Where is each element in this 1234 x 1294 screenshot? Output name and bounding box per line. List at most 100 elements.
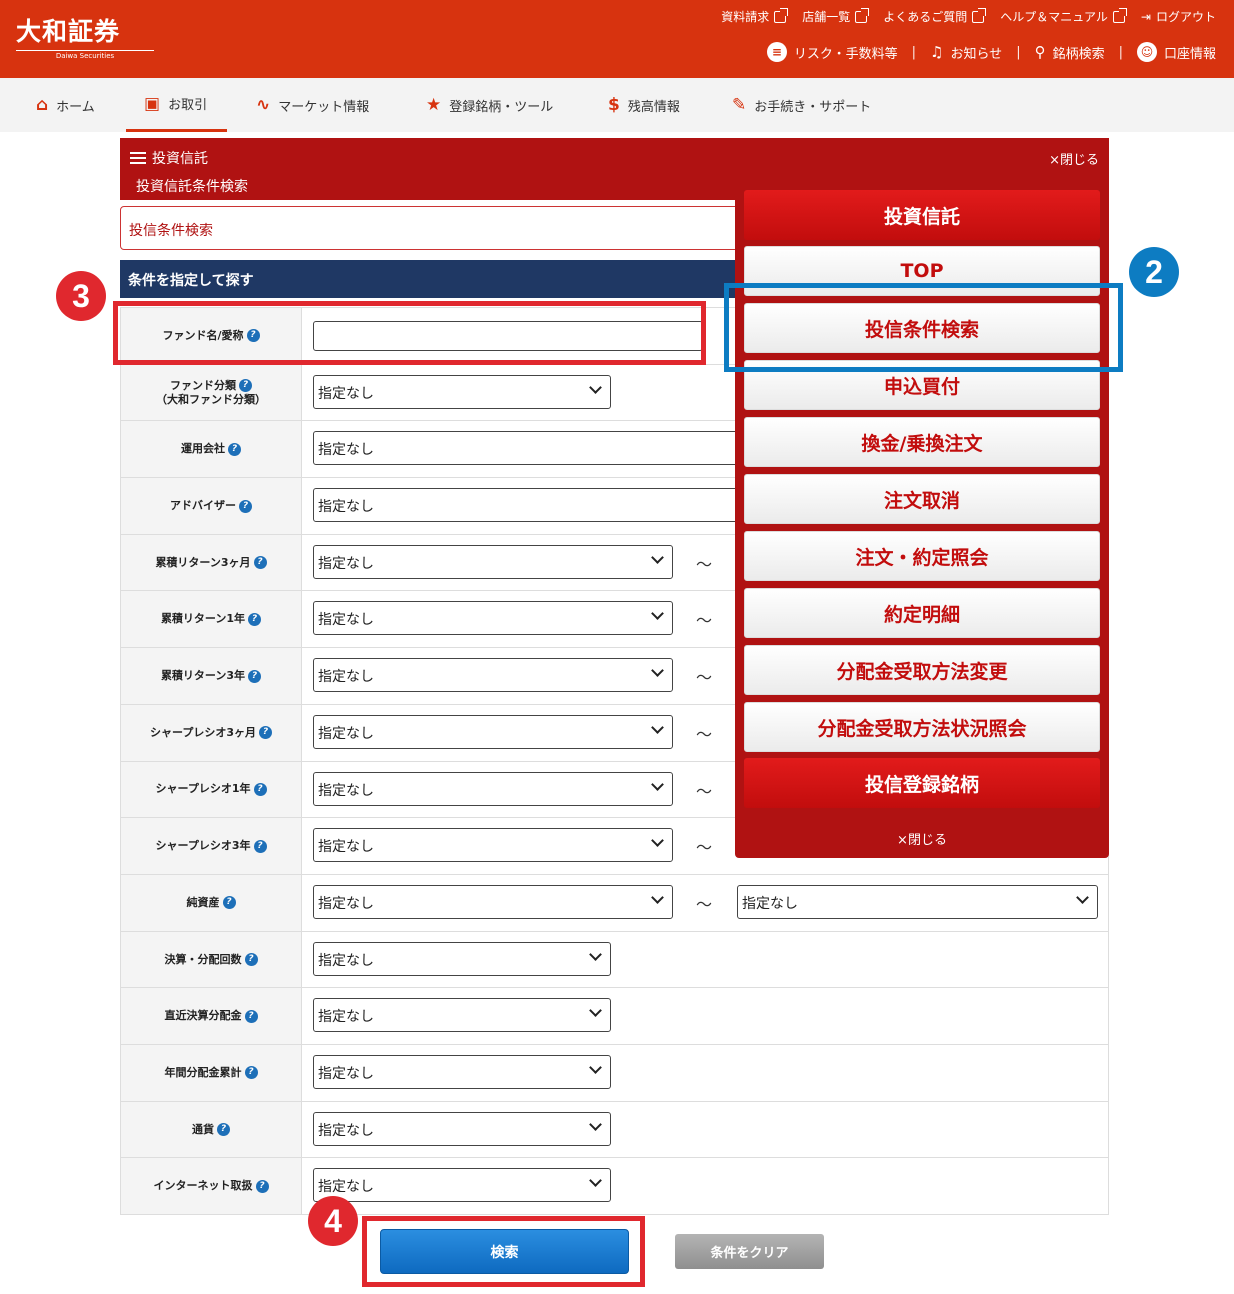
field-label: 年間分配金累計?: [121, 1044, 302, 1101]
link-risk-fees[interactable]: ≡ リスク・手数料等: [766, 42, 898, 62]
range-tilde: 〜: [696, 781, 713, 801]
hamburger-icon: [130, 152, 146, 164]
currency-select[interactable]: 指定なし: [313, 1111, 611, 1146]
site-header: 大和証券 Daiwa Securities 資料請求 店舗一覧 よくあるご質問 …: [0, 0, 1234, 78]
callout-box-search: [362, 1216, 645, 1287]
help-icon[interactable]: ?: [239, 499, 252, 513]
nav-trade[interactable]: ▣ お取引: [126, 78, 228, 132]
field-label: インターネット取扱?: [121, 1158, 302, 1214]
chevron-down-icon: [651, 720, 664, 734]
external-link-icon: [1112, 7, 1127, 23]
field-label: ファンド分類? （大和ファンド分類）: [121, 364, 302, 421]
chevron-down-icon: [651, 834, 664, 848]
chevron-down-icon: [589, 1061, 602, 1074]
menu-item-distribution-change[interactable]: 分配金受取方法変更: [744, 645, 1100, 695]
range-tilde: 〜: [696, 724, 713, 744]
side-menu-close[interactable]: ×閉じる: [735, 829, 1109, 848]
daiwa-logo[interactable]: 大和証券 Daiwa Securities: [16, 12, 156, 60]
sharpe-3y-min-select[interactable]: 指定なし: [313, 828, 673, 863]
logout-link[interactable]: ⇥ ログアウト: [1141, 8, 1216, 25]
help-icon[interactable]: ?: [253, 782, 267, 796]
advisor-select[interactable]: 指定なし: [313, 488, 753, 523]
step-badge-3: 3: [56, 271, 106, 321]
field-label: 累積リターン1年?: [121, 591, 302, 648]
settlement-count-select[interactable]: 指定なし: [313, 941, 611, 976]
return-3m-min-select[interactable]: 指定なし: [313, 544, 673, 579]
internet-select[interactable]: 指定なし: [313, 1168, 611, 1203]
help-icon[interactable]: ?: [253, 556, 267, 570]
external-link-icon: [972, 7, 987, 23]
chevron-down-icon: [589, 1174, 602, 1188]
chevron-down-icon: [589, 1004, 602, 1018]
link-faq[interactable]: よくあるご質問: [883, 7, 987, 25]
link-document-request[interactable]: 資料請求: [721, 7, 789, 25]
logo-sub: Daiwa Securities: [55, 52, 115, 60]
nav-home[interactable]: ⌂ ホーム: [36, 78, 95, 132]
step-badge-2: 2: [1129, 247, 1179, 297]
help-icon[interactable]: ?: [248, 669, 262, 683]
sharpe-1y-min-select[interactable]: 指定なし: [313, 771, 673, 806]
recent-distribution-select[interactable]: 指定なし: [313, 998, 611, 1033]
panel-menu-toggle[interactable]: 投資信託: [130, 148, 208, 168]
help-icon[interactable]: ?: [253, 839, 267, 853]
external-link-icon: [855, 7, 870, 23]
field-label: シャープレシオ3ヶ月?: [121, 704, 302, 761]
nav-procedures[interactable]: ✎ お手続き・サポート: [732, 78, 871, 132]
management-company-select[interactable]: 指定なし: [313, 431, 753, 466]
help-icon[interactable]: ?: [248, 612, 262, 626]
panel-subtitle: 投資信託条件検索: [136, 179, 248, 195]
help-icon[interactable]: ?: [244, 1066, 258, 1080]
callout-box-menu: [724, 283, 1123, 372]
panel-close-link[interactable]: ×閉じる: [1049, 149, 1099, 168]
menu-item-registered-funds[interactable]: 投信登録銘柄: [744, 758, 1100, 808]
nav-balance[interactable]: $ 残高情報: [608, 78, 680, 132]
annual-distribution-select[interactable]: 指定なし: [313, 1054, 611, 1089]
form-row-internet: インターネット取扱? 指定なし: [121, 1158, 1108, 1215]
form-row-annual-distribution: 年間分配金累計? 指定なし: [121, 1044, 1108, 1102]
trade-icon: ▣: [144, 93, 161, 114]
menu-item-distribution-status[interactable]: 分配金受取方法状況照会: [744, 702, 1100, 752]
link-help-manual[interactable]: ヘルプ＆マニュアル: [1000, 7, 1127, 25]
range-tilde: 〜: [696, 838, 713, 858]
field-label: シャープレシオ3年?: [121, 818, 302, 874]
search-icon: ⚲: [1034, 43, 1046, 61]
help-icon[interactable]: ?: [244, 953, 258, 967]
menu-item-cancel[interactable]: 注文取消: [744, 474, 1100, 524]
help-icon[interactable]: ?: [228, 442, 241, 456]
logout-icon: ⇥: [1140, 9, 1151, 24]
field-label: 累積リターン3年?: [121, 648, 302, 704]
return-3y-min-select[interactable]: 指定なし: [313, 658, 673, 693]
account-links: ≡ リスク・手数料等 | ♫ お知らせ | ⚲ 銘柄検索 | ☺ 口座情報: [766, 42, 1216, 62]
field-label: 決算・分配回数?: [121, 931, 302, 988]
return-1y-min-select[interactable]: 指定なし: [313, 601, 673, 636]
link-notices[interactable]: ♫ お知らせ: [930, 43, 1002, 62]
help-icon[interactable]: ?: [244, 1009, 258, 1023]
form-row-currency: 通貨? 指定なし: [121, 1101, 1108, 1159]
sharpe-3m-min-select[interactable]: 指定なし: [313, 714, 673, 749]
field-label: 通貨?: [121, 1101, 302, 1158]
nav-watchlist[interactable]: ★ 登録銘柄・ツール: [426, 78, 553, 132]
clear-button[interactable]: 条件をクリア: [675, 1234, 824, 1269]
nav-market[interactable]: ∿ マーケット情報: [256, 78, 369, 132]
net-assets-min-select[interactable]: 指定なし: [313, 884, 673, 919]
menu-item-order-inquiry[interactable]: 注文・約定照会: [744, 531, 1100, 581]
fund-class-select[interactable]: 指定なし: [313, 374, 611, 409]
help-icon[interactable]: ?: [222, 896, 236, 910]
form-row-settlement-count: 決算・分配回数? 指定なし: [121, 931, 1108, 989]
menu-item-redeem[interactable]: 換金/乗換注文: [744, 417, 1100, 467]
field-label: 累積リターン3ヶ月?: [121, 534, 302, 591]
link-stock-search[interactable]: ⚲ 銘柄検索: [1035, 43, 1105, 62]
chevron-down-icon: [651, 607, 664, 621]
utility-links: 資料請求 店舗一覧 よくあるご質問 ヘルプ＆マニュアル ⇥ ログアウト: [721, 7, 1216, 25]
star-icon: ★: [426, 95, 442, 115]
help-icon[interactable]: ?: [259, 726, 272, 740]
link-branch-list[interactable]: 店舗一覧: [802, 7, 870, 25]
help-icon[interactable]: ?: [255, 1179, 269, 1193]
link-account-info[interactable]: ☺ 口座情報: [1136, 42, 1216, 62]
document-icon: ≡: [766, 42, 787, 62]
step-badge-4: 4: [308, 1196, 358, 1246]
net-assets-max-select[interactable]: 指定なし: [737, 884, 1098, 919]
menu-item-trade-details[interactable]: 約定明細: [744, 588, 1100, 638]
help-icon[interactable]: ?: [239, 379, 252, 393]
help-icon[interactable]: ?: [217, 1123, 230, 1137]
